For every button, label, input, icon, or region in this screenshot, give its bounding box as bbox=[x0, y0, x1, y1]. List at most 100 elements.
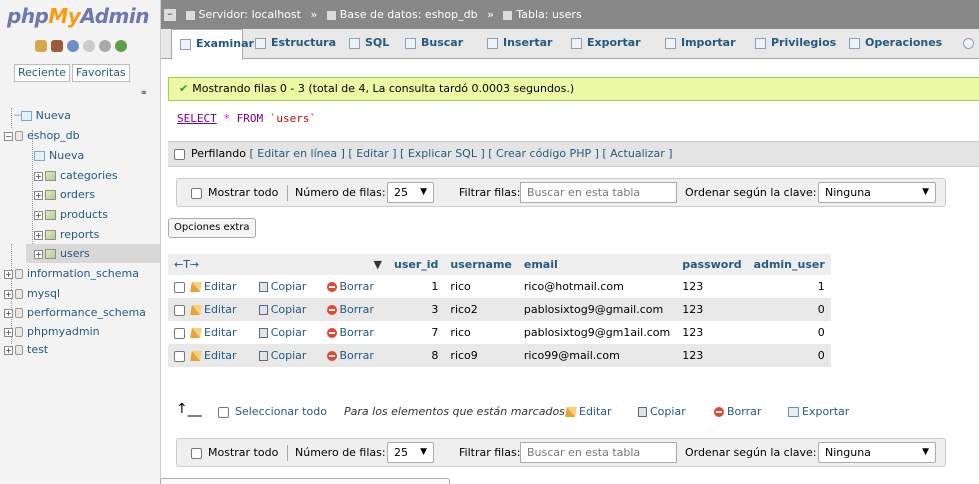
expand-icon[interactable]: + bbox=[34, 249, 43, 259]
chain-link-icon[interactable]: ⚭ bbox=[140, 88, 148, 99]
cell-username[interactable]: rico2 bbox=[444, 298, 518, 321]
tree-item-orders[interactable]: + orders bbox=[34, 185, 95, 204]
tree-item-mysql[interactable]: + mysql bbox=[4, 284, 60, 303]
recent-tab[interactable]: Reciente bbox=[14, 64, 70, 82]
column-header-email[interactable]: email bbox=[517, 254, 677, 275]
show-all-checkbox[interactable] bbox=[191, 187, 202, 199]
phpmyadmin-logo[interactable]: phpMyAdmin bbox=[7, 4, 149, 28]
show-all-toggle[interactable]: Mostrar todo bbox=[191, 179, 278, 206]
expand-icon[interactable]: + bbox=[34, 230, 43, 240]
expand-icon[interactable]: + bbox=[4, 308, 13, 318]
expand-icon[interactable]: + bbox=[4, 289, 13, 299]
bulk-export-button[interactable]: Exportar bbox=[788, 402, 849, 422]
cell-password[interactable]: 123 bbox=[676, 275, 748, 298]
copy-link[interactable]: Copiar bbox=[258, 326, 306, 339]
edit-link[interactable]: Editar bbox=[190, 303, 237, 316]
profiling-checkbox[interactable] bbox=[174, 148, 185, 160]
cell-admin_user[interactable]: 0 bbox=[747, 344, 831, 367]
extra-options-button[interactable]: Opciones extra bbox=[168, 218, 256, 238]
show-all-checkbox[interactable] bbox=[191, 447, 202, 459]
tree-item-new-db[interactable]: ─ Nueva bbox=[14, 106, 71, 125]
tree-item-new-table[interactable]: Nueva bbox=[34, 146, 84, 165]
favorites-tab[interactable]: Favoritas bbox=[72, 64, 130, 82]
column-header-username[interactable]: username bbox=[444, 254, 518, 275]
cell-user_id[interactable]: 3 bbox=[388, 298, 445, 321]
copy-link[interactable]: Copiar bbox=[258, 280, 306, 293]
expand-icon[interactable]: + bbox=[34, 171, 43, 181]
tab-export[interactable]: Exportar bbox=[569, 29, 641, 59]
cell-password[interactable]: 123 bbox=[676, 321, 748, 344]
query-action-links[interactable]: [ Editar en línea ] [ Editar ] [ Explica… bbox=[249, 147, 672, 160]
column-header-user_id[interactable]: user_id bbox=[388, 254, 445, 275]
row-checkbox[interactable] bbox=[174, 350, 185, 362]
docs-icon[interactable] bbox=[83, 40, 95, 52]
help-icon[interactable] bbox=[67, 40, 79, 52]
tree-item-information_schema[interactable]: + information_schema bbox=[4, 264, 139, 283]
copy-link[interactable]: Copiar bbox=[258, 349, 306, 362]
row-checkbox[interactable] bbox=[174, 304, 185, 316]
breadcrumb-server[interactable]: Servidor: localhost bbox=[199, 8, 301, 21]
tree-item-performance_schema[interactable]: + performance_schema bbox=[4, 303, 146, 322]
tree-item-reports[interactable]: + reports bbox=[34, 225, 99, 244]
expand-icon[interactable]: + bbox=[34, 210, 43, 220]
column-arrows-header[interactable]: ←T→ ▼ bbox=[168, 254, 388, 275]
tab-privileges[interactable]: Privilegios bbox=[753, 29, 836, 59]
bulk-copy-button[interactable]: Copiar bbox=[638, 402, 686, 422]
cell-admin_user[interactable]: 0 bbox=[747, 298, 831, 321]
bulk-delete-button[interactable]: Borrar bbox=[714, 402, 761, 422]
column-header-admin_user[interactable]: admin_user bbox=[747, 254, 831, 275]
tree-item-eshop_db[interactable]: − eshop_db bbox=[4, 126, 80, 145]
select-all-checkbox[interactable] bbox=[218, 406, 229, 418]
tree-item-products[interactable]: + products bbox=[34, 205, 108, 224]
breadcrumb-table[interactable]: Tabla: users bbox=[516, 8, 581, 21]
cell-password[interactable]: 123 bbox=[676, 344, 748, 367]
cell-username[interactable]: rico bbox=[444, 275, 518, 298]
breadcrumb-database[interactable]: Base de datos: eshop_db bbox=[340, 8, 478, 21]
tab-more[interactable] bbox=[961, 29, 979, 59]
tab-search[interactable]: Buscar bbox=[403, 29, 463, 59]
collapse-icon[interactable]: − bbox=[4, 131, 13, 141]
tab-operations[interactable]: Operaciones bbox=[847, 29, 942, 59]
expand-icon[interactable]: + bbox=[4, 345, 13, 355]
cell-email[interactable]: rico@hotmail.com bbox=[517, 275, 677, 298]
collapse-nav-icon[interactable]: – bbox=[164, 8, 176, 21]
logout-icon[interactable] bbox=[51, 40, 63, 52]
show-all-toggle[interactable]: Mostrar todo bbox=[191, 439, 278, 466]
copy-link[interactable]: Copiar bbox=[258, 303, 306, 316]
cell-username[interactable]: rico9 bbox=[444, 344, 518, 367]
tree-item-categories[interactable]: + categories bbox=[34, 166, 118, 185]
edit-link[interactable]: Editar bbox=[190, 349, 237, 362]
delete-link[interactable]: Borrar bbox=[326, 303, 374, 316]
sort-key-select[interactable]: Ninguna ▼ bbox=[818, 182, 936, 203]
cell-email[interactable]: pablosixtog9@gmail.com bbox=[517, 298, 677, 321]
reload-icon[interactable] bbox=[115, 40, 127, 52]
cell-user_id[interactable]: 8 bbox=[388, 344, 445, 367]
settings-icon[interactable] bbox=[99, 40, 111, 52]
rows-select[interactable]: 25 ▼ bbox=[387, 442, 434, 463]
expand-icon[interactable]: + bbox=[34, 190, 43, 200]
filter-rows-input[interactable]: Buscar en esta tabla bbox=[520, 182, 677, 203]
row-checkbox[interactable] bbox=[174, 281, 185, 293]
cell-admin_user[interactable]: 0 bbox=[747, 321, 831, 344]
tree-item-test[interactable]: + test bbox=[4, 340, 48, 359]
cell-admin_user[interactable]: 1 bbox=[747, 275, 831, 298]
delete-link[interactable]: Borrar bbox=[326, 326, 374, 339]
cell-user_id[interactable]: 7 bbox=[388, 321, 445, 344]
rows-select[interactable]: 25 ▼ bbox=[387, 182, 434, 203]
tab-insert[interactable]: Insertar bbox=[485, 29, 552, 59]
cell-username[interactable]: rico bbox=[444, 321, 518, 344]
edit-link[interactable]: Editar bbox=[190, 326, 237, 339]
delete-link[interactable]: Borrar bbox=[326, 280, 374, 293]
expand-icon[interactable]: + bbox=[4, 269, 13, 279]
home-icon[interactable] bbox=[35, 40, 47, 52]
tab-browse[interactable]: Examinar bbox=[171, 29, 254, 60]
tab-structure[interactable]: Estructura bbox=[253, 29, 336, 59]
cell-email[interactable]: rico99@mail.com bbox=[517, 344, 677, 367]
tab-import[interactable]: Importar bbox=[663, 29, 736, 59]
sort-key-select[interactable]: Ninguna ▼ bbox=[818, 442, 936, 463]
bulk-edit-button[interactable]: Editar bbox=[565, 402, 612, 422]
tree-item-users[interactable]: + users bbox=[26, 244, 160, 263]
filter-rows-input[interactable]: Buscar en esta tabla bbox=[520, 442, 677, 463]
edit-link[interactable]: Editar bbox=[190, 280, 237, 293]
tree-item-phpmyadmin[interactable]: + phpmyadmin bbox=[4, 322, 100, 341]
